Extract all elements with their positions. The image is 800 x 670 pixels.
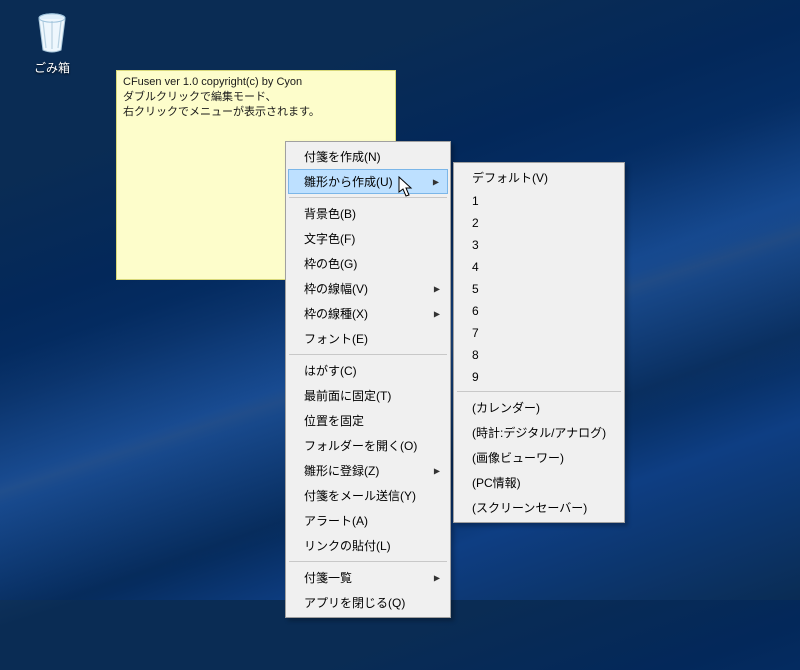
context-menu-item[interactable]: 付箋一覧 <box>288 565 448 590</box>
context-menu-item[interactable]: 文字色(F) <box>288 226 448 251</box>
context-menu-item[interactable]: 背景色(B) <box>288 201 448 226</box>
sticky-line-2: ダブルクリックで編集モード、 <box>123 90 389 105</box>
context-menu-item[interactable]: アプリを閉じる(Q) <box>288 590 448 615</box>
submenu-item[interactable]: (カレンダー) <box>456 395 622 420</box>
context-menu-item[interactable]: 枠の線幅(V) <box>288 276 448 301</box>
context-menu-item[interactable]: 位置を固定 <box>288 408 448 433</box>
submenu-item[interactable]: 2 <box>456 212 622 234</box>
submenu-item[interactable]: (画像ビューワー) <box>456 445 622 470</box>
context-menu[interactable]: 付箋を作成(N)雛形から作成(U) 背景色(B)文字色(F)枠の色(G)枠の線幅(… <box>285 141 451 618</box>
context-menu-item[interactable]: 雛形に登録(Z) <box>288 458 448 483</box>
submenu-item[interactable]: 5 <box>456 278 622 300</box>
submenu-template-list[interactable]: デフォルト(V)123456789 (カレンダー)(時計:デジタル/アナログ)(画… <box>453 162 625 523</box>
sticky-line-1: CFusen ver 1.0 copyright(c) by Cyon <box>123 75 389 90</box>
context-menu-item[interactable]: アラート(A) <box>288 508 448 533</box>
context-menu-separator <box>289 354 447 355</box>
context-menu-item[interactable]: 枠の線種(X) <box>288 301 448 326</box>
submenu-separator <box>457 391 621 392</box>
recycle-bin-desktop-icon[interactable]: ごみ箱 <box>20 10 84 76</box>
context-menu-item[interactable]: 雛形から作成(U) <box>288 169 448 194</box>
submenu-item[interactable]: 1 <box>456 190 622 212</box>
submenu-item[interactable]: 6 <box>456 300 622 322</box>
context-menu-item[interactable]: はがす(C) <box>288 358 448 383</box>
submenu-item[interactable]: (時計:デジタル/アナログ) <box>456 420 622 445</box>
context-menu-item[interactable]: 付箋を作成(N) <box>288 144 448 169</box>
context-menu-separator <box>289 561 447 562</box>
submenu-item[interactable]: 4 <box>456 256 622 278</box>
submenu-item[interactable]: 8 <box>456 344 622 366</box>
submenu-item[interactable]: 3 <box>456 234 622 256</box>
submenu-item[interactable]: 7 <box>456 322 622 344</box>
context-menu-item[interactable]: 最前面に固定(T) <box>288 383 448 408</box>
context-menu-item[interactable]: フォント(E) <box>288 326 448 351</box>
recycle-bin-icon <box>20 10 84 57</box>
sticky-line-3: 右クリックでメニューが表示されます。 <box>123 105 389 120</box>
context-menu-item[interactable]: 枠の色(G) <box>288 251 448 276</box>
submenu-item[interactable]: (PC情報) <box>456 470 622 495</box>
submenu-item[interactable]: デフォルト(V) <box>456 165 622 190</box>
context-menu-item[interactable]: 付箋をメール送信(Y) <box>288 483 448 508</box>
submenu-item[interactable]: (スクリーンセーバー) <box>456 495 622 520</box>
recycle-bin-label: ごみ箱 <box>20 59 84 76</box>
submenu-item[interactable]: 9 <box>456 366 622 388</box>
context-menu-item[interactable]: フォルダーを開く(O) <box>288 433 448 458</box>
context-menu-separator <box>289 197 447 198</box>
context-menu-item[interactable]: リンクの貼付(L) <box>288 533 448 558</box>
